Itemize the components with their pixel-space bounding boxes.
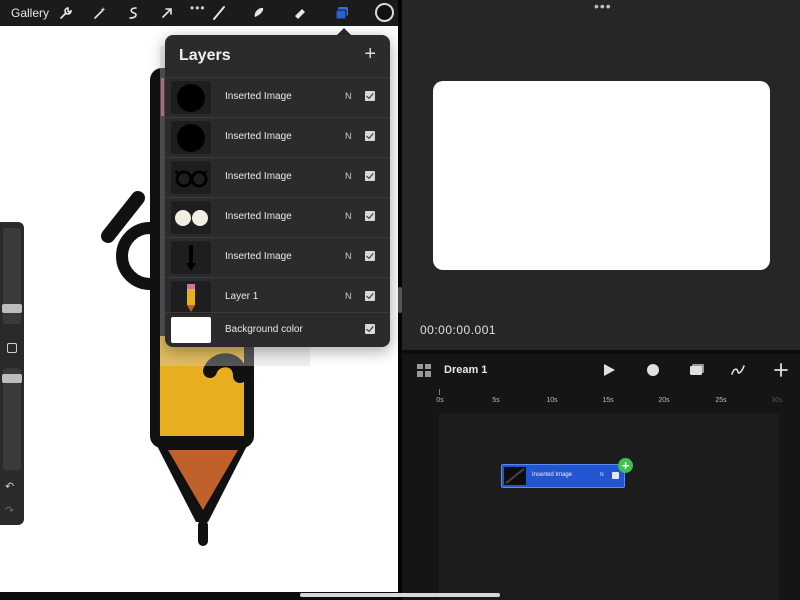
record-icon[interactable]: [644, 361, 662, 379]
layer-name: Background color: [225, 324, 303, 335]
undo-icon[interactable]: ↶: [5, 480, 14, 493]
layer-name: Layer 1: [225, 291, 259, 302]
layer-name: Inserted Image: [225, 91, 292, 102]
app-root: Gallery ••• ↶ ↷ Layers + Inserted Image …: [0, 0, 800, 600]
layer-thumbnail: [171, 281, 211, 314]
layer-name: Inserted Image: [225, 131, 292, 142]
opacity-knob[interactable]: [2, 374, 22, 383]
timeline-ruler[interactable]: 0s 5s 10s 15s 20s 25s 30s: [402, 389, 800, 409]
transform-arrow-icon[interactable]: [157, 3, 177, 23]
layer-name: Inserted Image: [225, 171, 292, 182]
layer-visibility-checkbox[interactable]: [365, 131, 375, 141]
layer-name: Inserted Image: [225, 251, 292, 262]
gallery-button[interactable]: Gallery: [11, 6, 51, 20]
layer-visibility-checkbox[interactable]: [365, 171, 375, 181]
layer-row[interactable]: Inserted Image N: [165, 237, 390, 277]
projects-grid-icon[interactable]: [417, 364, 431, 377]
blend-mode-button[interactable]: N: [345, 131, 352, 141]
playhead[interactable]: [439, 389, 440, 395]
draw-icon[interactable]: [729, 361, 747, 379]
media-icon[interactable]: [688, 361, 706, 379]
layer-visibility-checkbox[interactable]: [365, 251, 375, 261]
drawing-canvas-pane[interactable]: Gallery ••• ↶ ↷ Layers + Inserted Image …: [0, 0, 398, 592]
ruler-label: 20s: [658, 397, 670, 404]
ruler-label: 0s: [436, 397, 444, 404]
selection-icon[interactable]: [123, 3, 143, 23]
blend-mode-button[interactable]: N: [345, 171, 352, 181]
layer-thumbnail: [171, 121, 211, 154]
layer-thumbnail: [171, 241, 211, 274]
wrench-icon[interactable]: [56, 3, 76, 23]
magic-wand-icon[interactable]: [90, 3, 110, 23]
more-dots[interactable]: •••: [594, 0, 612, 14]
layer-thumbnail: [171, 201, 211, 234]
clip-visibility-checkbox[interactable]: [612, 472, 619, 479]
more-dots[interactable]: •••: [190, 1, 206, 15]
ruler-label: 25s: [715, 397, 727, 404]
clip-name: Inserted Image: [532, 472, 573, 478]
layer-visibility-checkbox[interactable]: [365, 91, 375, 101]
layer-visibility-checkbox[interactable]: [365, 211, 375, 221]
opacity-slider[interactable]: [3, 368, 21, 470]
layers-title: Layers: [179, 47, 231, 64]
background-color-thumbnail: [171, 317, 211, 343]
layer-row[interactable]: Layer 1 N: [165, 277, 390, 317]
redo-icon[interactable]: ↷: [5, 504, 14, 517]
layer-row[interactable]: Inserted Image N: [165, 117, 390, 157]
clip-thumbnail: [504, 467, 526, 485]
layer-thumbnail: [171, 81, 211, 114]
layer-row[interactable]: Inserted Image N: [165, 157, 390, 197]
timecode: 00:00:00.001: [420, 323, 497, 337]
left-sidebar: ↶ ↷: [0, 222, 24, 525]
blend-mode-button[interactable]: N: [345, 91, 352, 101]
layer-visibility-checkbox[interactable]: [365, 324, 375, 334]
ruler-label: 5s: [492, 397, 500, 404]
pencil-lead: [198, 520, 208, 546]
project-title[interactable]: Dream 1: [444, 364, 487, 376]
layer-row[interactable]: Inserted Image N: [161, 77, 390, 117]
layer-visibility-checkbox[interactable]: [365, 291, 375, 301]
blend-mode-button[interactable]: N: [345, 251, 352, 261]
add-to-clip-button[interactable]: +: [618, 458, 633, 473]
brush-size-knob[interactable]: [2, 304, 22, 313]
blend-mode-button[interactable]: N: [345, 211, 352, 221]
brush-icon[interactable]: [209, 3, 229, 23]
layer-selected-indicator: [161, 78, 164, 116]
layer-row[interactable]: Inserted Image N: [165, 197, 390, 237]
modify-button[interactable]: [7, 343, 17, 353]
ruler-label: 15s: [602, 397, 614, 404]
add-icon[interactable]: [772, 361, 790, 379]
clip-blend-mode[interactable]: N: [600, 472, 604, 478]
layers-icon[interactable]: [332, 3, 352, 23]
ruler-label: 10s: [546, 397, 558, 404]
blend-mode-button[interactable]: N: [345, 291, 352, 301]
timeline-pane: Dream 1 0s 5s 10s 15s 20s 25s 30s Insert…: [402, 354, 800, 600]
eraser-icon[interactable]: [290, 3, 310, 23]
preview-screen[interactable]: [433, 81, 770, 270]
home-indicator: [300, 593, 500, 597]
smudge-icon[interactable]: [249, 3, 269, 23]
background-color-row[interactable]: Background color: [165, 312, 390, 347]
play-icon[interactable]: [600, 361, 618, 379]
layer-name: Inserted Image: [225, 211, 292, 222]
timeline-clip[interactable]: Inserted Image N: [501, 464, 625, 488]
timeline-toolbar: Dream 1: [402, 354, 800, 386]
layer-thumbnail: [171, 161, 211, 194]
ruler-label: 30s: [771, 397, 783, 404]
add-layer-button[interactable]: +: [364, 44, 376, 64]
video-preview-pane: ••• 00:00:00.001: [402, 0, 800, 350]
layers-panel: Layers + Inserted Image N Inserted Image…: [161, 35, 390, 347]
color-swatch[interactable]: [375, 3, 394, 22]
timeline-track[interactable]: [439, 414, 779, 600]
top-toolbar: Gallery •••: [0, 0, 398, 26]
